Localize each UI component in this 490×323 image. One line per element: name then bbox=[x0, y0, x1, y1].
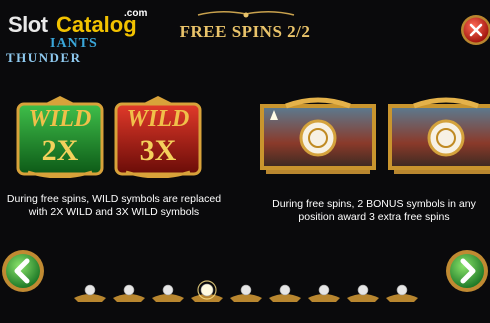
page-dot-9[interactable] bbox=[386, 284, 418, 302]
page-dot-6[interactable] bbox=[269, 284, 301, 302]
page-dot-8[interactable] bbox=[347, 284, 379, 302]
page-dot-7[interactable] bbox=[308, 284, 340, 302]
wild-3x-multiplier: 3X bbox=[139, 134, 177, 167]
slotcatalog-logo: Slot Catalog .com IANTS THUNDER bbox=[0, 6, 160, 66]
bonus-caption-line1: During free spins, 2 BONUS symbols in an… bbox=[272, 198, 476, 210]
page-dot-2[interactable] bbox=[113, 284, 145, 302]
page-title: FREE SPINS 2/2 bbox=[179, 22, 311, 41]
bonus-symbol-1 bbox=[260, 97, 376, 174]
wild-3x-text: WILD bbox=[126, 106, 190, 132]
wild-caption: During free spins, WILD symbols are repl… bbox=[0, 193, 228, 219]
game-logo-line2: THUNDER bbox=[6, 50, 82, 65]
close-button[interactable] bbox=[459, 13, 490, 47]
pagination bbox=[74, 280, 418, 302]
wild-caption-line2: with 2X WILD and 3X WILD symbols bbox=[28, 206, 200, 218]
logo-word-slot: Slot bbox=[8, 12, 48, 37]
bonus-caption-line2: position award 3 extra free spins bbox=[298, 211, 450, 223]
wild-caption-line1: During free spins, WILD symbols are repl… bbox=[6, 193, 222, 205]
wild-2x-multiplier: 2X bbox=[41, 134, 79, 167]
title-ornament bbox=[197, 11, 295, 18]
logo-dotcom: .com bbox=[124, 8, 148, 19]
prev-button[interactable] bbox=[0, 248, 46, 294]
page-dot-1[interactable] bbox=[74, 284, 106, 302]
wild-2x-text: WILD bbox=[28, 106, 92, 132]
bonus-symbol-2 bbox=[388, 97, 490, 174]
bonus-caption: During free spins, 2 BONUS symbols in an… bbox=[258, 198, 490, 224]
page-dot-5[interactable] bbox=[230, 284, 262, 302]
next-button[interactable] bbox=[444, 248, 490, 294]
page-dot-4[interactable] bbox=[191, 280, 223, 302]
page-dot-3[interactable] bbox=[152, 284, 184, 302]
